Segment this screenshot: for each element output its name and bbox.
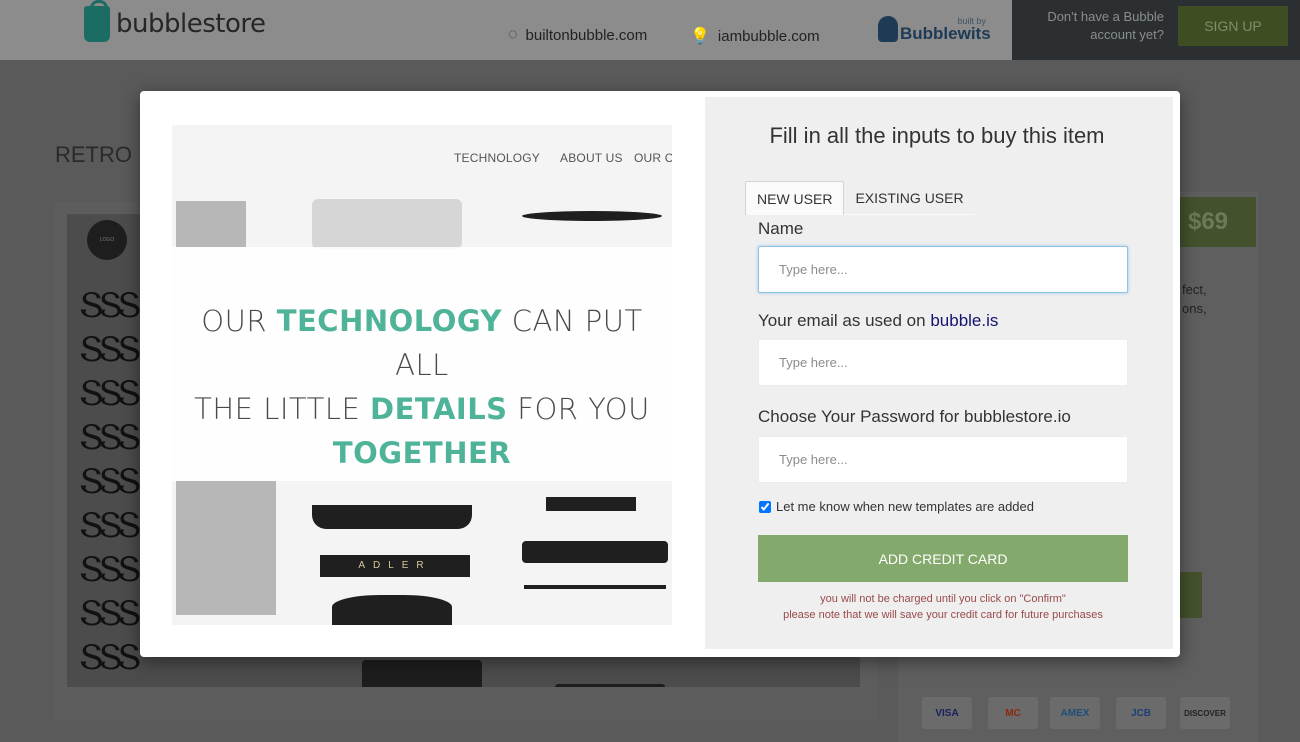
link-builtonbubble-label: builtonbubble.com	[525, 26, 648, 44]
page-title: RETRO	[55, 142, 132, 167]
discover-icon: DISCOVER	[1180, 697, 1230, 729]
link-iambubble-label: iambubble.com	[717, 27, 820, 45]
preview-nav-technology: TECHNOLOGY	[454, 151, 541, 165]
charge-note: you will not be charged until you click …	[820, 593, 1066, 605]
password-label: Choose Your Password for bubblestore.io	[758, 407, 1071, 426]
lightbulb-icon: 💡	[690, 28, 710, 45]
email-label: Your email as used on bubble.is	[758, 311, 999, 330]
frame-part	[312, 505, 472, 529]
bg-part	[362, 660, 482, 687]
keylevers-top	[176, 201, 246, 247]
bubblewits-logo[interactable]: built by Bubblewits	[878, 6, 991, 46]
link-builtonbubble[interactable]: ◌ builtonbubble.com	[508, 26, 647, 44]
arc-part	[522, 211, 662, 221]
save-card-note: please note that we will save your credi…	[783, 609, 1103, 621]
newsletter-checkbox[interactable]	[759, 500, 771, 513]
add-credit-card-button[interactable]: ADD CREDIT CARD	[758, 535, 1128, 582]
roller	[522, 541, 668, 563]
user-tabs: NEW USER EXISTING USER	[745, 181, 975, 215]
link-iambubble[interactable]: 💡 iambubble.com	[690, 26, 820, 46]
mastercard-icon: MC	[988, 697, 1038, 729]
product-preview-image: TECHNOLOGY ABOUT US OUR C ADLER OUR TECH…	[172, 125, 672, 625]
head-icon	[878, 16, 898, 42]
jcb-icon: JCB	[1116, 697, 1166, 729]
newsletter-option[interactable]: Let me know when new templates are added	[759, 499, 1034, 514]
tab-existing-user[interactable]: EXISTING USER	[844, 181, 975, 215]
mechanism-top	[312, 199, 462, 249]
logo-badge: LOGO	[87, 220, 127, 260]
purchase-form: Fill in all the inputs to buy this item …	[705, 97, 1173, 649]
newsletter-label: Let me know when new templates are added	[776, 499, 1034, 514]
bubble-link[interactable]: bubble.is	[930, 311, 998, 330]
bg-part	[555, 684, 665, 687]
hooks-decoration: ՏՏՏՏՏՏՏՏՏՏՏՏ ՏՏՏՏՏՏՏՏՏՏՏՏ ՏՏՏՏՏՏ	[79, 286, 142, 687]
preview-nav-our: OUR C	[634, 151, 672, 165]
preview-headline: OUR TECHNOLOGY CAN PUT ALL THE LITTLE DE…	[194, 304, 650, 470]
partner-name: Bubblewits	[900, 24, 991, 43]
rod	[524, 585, 666, 589]
tab-new-user[interactable]: NEW USER	[745, 181, 845, 215]
signup-button[interactable]: SIGN UP	[1178, 6, 1288, 46]
site-logo[interactable]: bubblestore	[84, 0, 266, 42]
name-input[interactable]	[758, 246, 1128, 293]
form-title: Fill in all the inputs to buy this item	[769, 123, 1105, 148]
bracket	[546, 497, 636, 511]
visa-icon: VISA	[922, 697, 972, 729]
amex-icon: AMEX	[1050, 697, 1100, 729]
product-description: fect, ons,	[1182, 282, 1207, 316]
brand-name: bubblestore	[116, 9, 266, 39]
shopping-bag-icon	[84, 0, 110, 42]
keylevers-bottom	[176, 481, 276, 615]
account-prompt: Don't have a Bubble account yet?	[1047, 9, 1164, 42]
password-input[interactable]	[758, 436, 1128, 483]
adler-plate: ADLER	[320, 555, 470, 577]
dotted-circle-icon: ◌	[508, 26, 518, 43]
preview-nav-about: ABOUT US	[560, 151, 623, 165]
purchase-modal: TECHNOLOGY ABOUT US OUR C ADLER OUR TECH…	[140, 91, 1180, 657]
name-label: Name	[758, 219, 804, 238]
base-part	[332, 595, 452, 625]
email-input[interactable]	[758, 339, 1128, 386]
